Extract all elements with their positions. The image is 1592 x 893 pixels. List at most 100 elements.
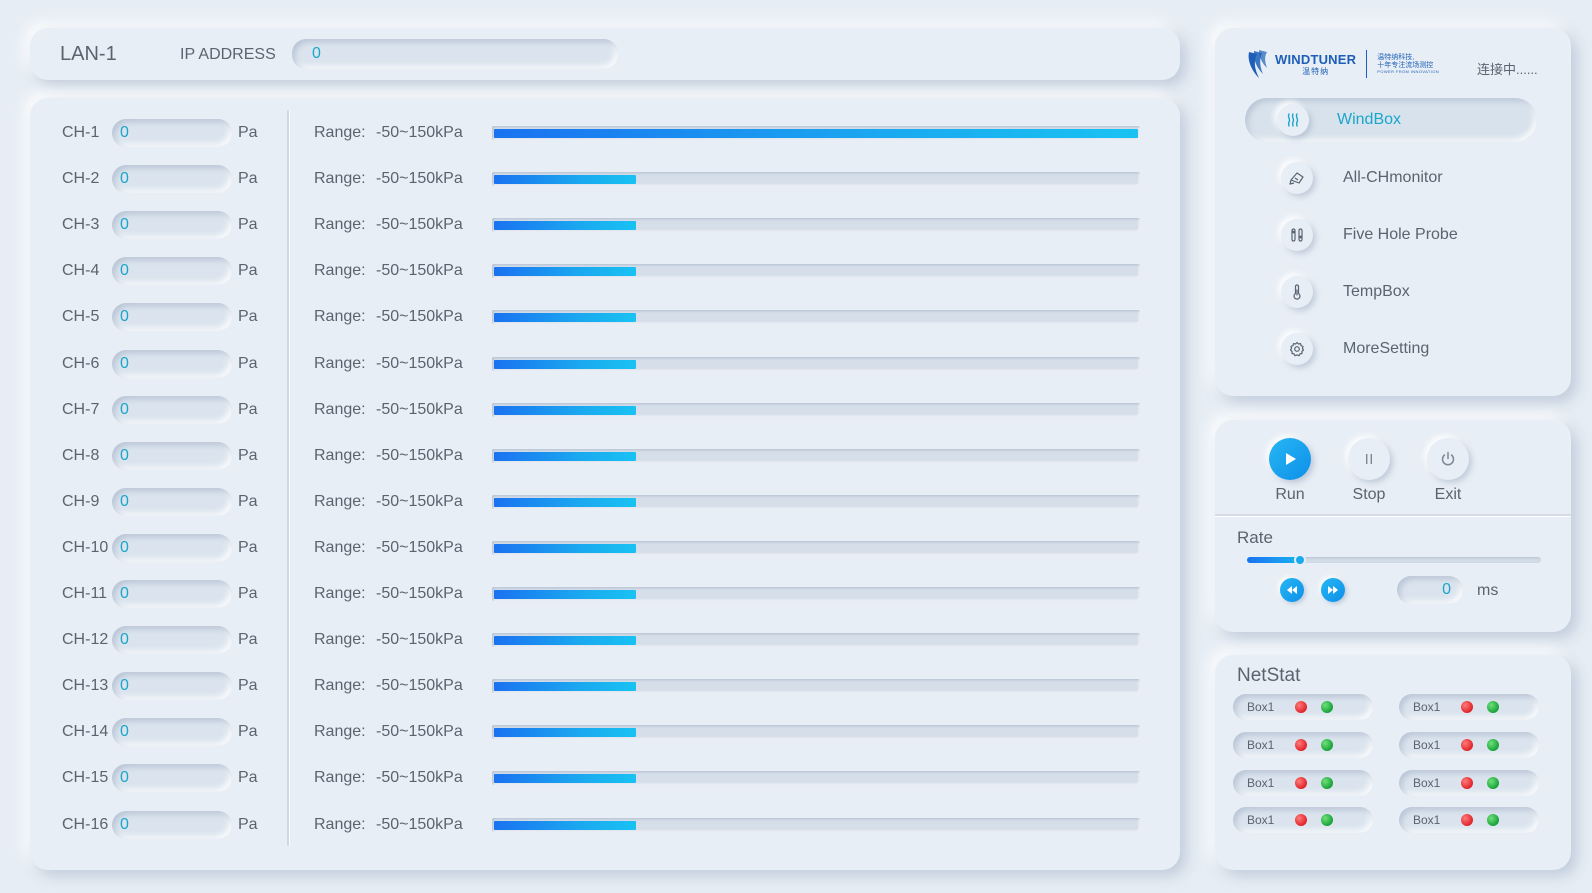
range-label: Range: [314,216,366,234]
run-label: Run [1275,486,1305,503]
channel-level-bar [492,494,1140,509]
channel-value-field[interactable]: 0 [112,810,232,839]
channel-value-field[interactable]: 0 [112,165,232,194]
nav-label-tempbox: TempBox [1343,283,1410,300]
box-name: Box1 [1247,776,1275,790]
nav-label-five-hole-probe: Five Hole Probe [1343,226,1458,243]
channel-value-field[interactable]: 0 [112,626,232,655]
range-label: Range: [314,723,366,741]
channel-value-field[interactable]: 0 [112,257,232,286]
channel-label: CH-16 [62,815,109,833]
netstat-box: Box1 [1233,732,1373,758]
channel-value-field[interactable]: 0 [112,533,232,562]
rate-decrease-button[interactable] [1280,578,1304,602]
box-name: Box1 [1413,813,1441,827]
channel-level-bar [492,356,1140,371]
channel-label: CH-6 [62,354,100,372]
error-status-icon [1295,701,1307,713]
channel-value: 0 [120,769,129,787]
channel-row: CH-10 0 Pa Range: -50~150kPa [30,533,1180,563]
channel-value-field[interactable]: 0 [112,580,232,608]
channel-value-field[interactable]: 0 [112,395,232,424]
range-value: -50~150kPa [376,124,463,141]
netstat-box: Box1 [1399,732,1539,758]
netstat-box: Box1 [1399,807,1539,833]
channel-value: 0 [120,216,129,234]
nav-label-all-chmonitor: All-CHmonitor [1343,169,1443,186]
navigation-panel: WINDTUNER 温特纳 温特纳科技, 十年专注流场测控 POWER FROM… [1215,28,1571,396]
exit-button[interactable] [1427,438,1469,480]
channel-level-fill [494,820,636,830]
channel-row: CH-12 0 Pa Range: -50~150kPa [30,625,1180,655]
ip-address-label: IP ADDRESS [180,46,276,63]
nav-item-all-chmonitor[interactable]: All-CHmonitor [1245,156,1537,200]
ip-address-input[interactable]: 0 [292,39,618,69]
channel-level-fill [494,774,636,784]
rate-slider-handle[interactable] [1294,554,1306,566]
channel-row: CH-8 0 Pa Range: -50~150kPa [30,441,1180,471]
nav-item-five-hole-probe[interactable]: Five Hole Probe [1245,213,1537,257]
channel-label: CH-5 [62,308,100,326]
channel-label: CH-15 [62,769,109,787]
channel-unit: Pa [238,585,258,602]
channel-value: 0 [120,538,129,556]
channel-value-field[interactable]: 0 [112,119,232,147]
channel-level-fill [494,497,636,507]
channel-unit: Pa [238,216,258,234]
thermometer-icon [1281,276,1313,308]
range-value: -50~150kPa [376,723,463,741]
channel-value-field[interactable]: 0 [112,718,232,747]
channel-label: CH-7 [62,400,100,418]
range-value: -50~150kPa [376,631,463,649]
channel-unit: Pa [238,769,258,787]
channel-row: CH-1 0 Pa Range: -50~150kPa [30,118,1180,148]
stop-button[interactable] [1348,438,1390,480]
channel-unit: Pa [238,631,258,649]
channel-value-field[interactable]: 0 [112,349,232,378]
gear-icon [1281,333,1313,365]
channel-row: CH-15 0 Pa Range: -50~150kPa [30,763,1180,793]
channel-row: CH-5 0 Pa Range: -50~150kPa [30,302,1180,332]
run-button[interactable] [1269,438,1311,480]
channel-unit: Pa [238,538,258,556]
ok-status-icon [1321,777,1333,789]
range-label: Range: [314,124,366,141]
channel-row: CH-9 0 Pa Range: -50~150kPa [30,487,1180,517]
range-label: Range: [314,354,366,372]
exit-label: Exit [1434,486,1462,503]
channel-value-field[interactable]: 0 [112,303,232,332]
power-icon [1441,451,1455,466]
range-value: -50~150kPa [376,815,463,833]
channel-value-field[interactable]: 0 [112,672,232,701]
channel-level-fill [494,313,636,323]
error-status-icon [1461,739,1473,751]
channel-value: 0 [120,631,129,649]
slogan-tag: POWER FROM INNOVATION [1377,68,1440,74]
rate-increase-button[interactable] [1321,578,1345,602]
range-value: -50~150kPa [376,538,463,556]
channel-label: CH-3 [62,216,100,234]
range-label: Range: [314,262,366,280]
channel-value: 0 [120,262,129,280]
channel-value-field[interactable]: 0 [112,211,232,240]
slogan-line-1: 温特纳科技, [1377,53,1415,61]
ok-status-icon [1487,777,1499,789]
rate-input[interactable]: 0 [1397,576,1463,604]
channel-value-field[interactable]: 0 [112,764,232,793]
channel-row: CH-7 0 Pa Range: -50~150kPa [30,395,1180,425]
range-label: Range: [314,538,366,556]
nav-item-windbox[interactable]: WindBox [1245,98,1537,142]
channel-level-fill [494,728,636,738]
channel-level-bar [492,448,1140,463]
rate-value: 0 [1442,581,1451,598]
channel-level-fill [494,682,636,692]
channel-row: CH-2 0 Pa Range: -50~150kPa [30,164,1180,194]
channel-level-bar [492,402,1140,417]
channel-unit: Pa [238,262,258,280]
nav-item-tempbox[interactable]: TempBox [1245,270,1537,314]
nav-item-moresetting[interactable]: MoreSetting [1245,327,1537,371]
range-value: -50~150kPa [376,262,463,280]
rate-slider[interactable] [1247,554,1541,566]
channel-value-field[interactable]: 0 [112,441,232,470]
channel-value-field[interactable]: 0 [112,487,232,516]
